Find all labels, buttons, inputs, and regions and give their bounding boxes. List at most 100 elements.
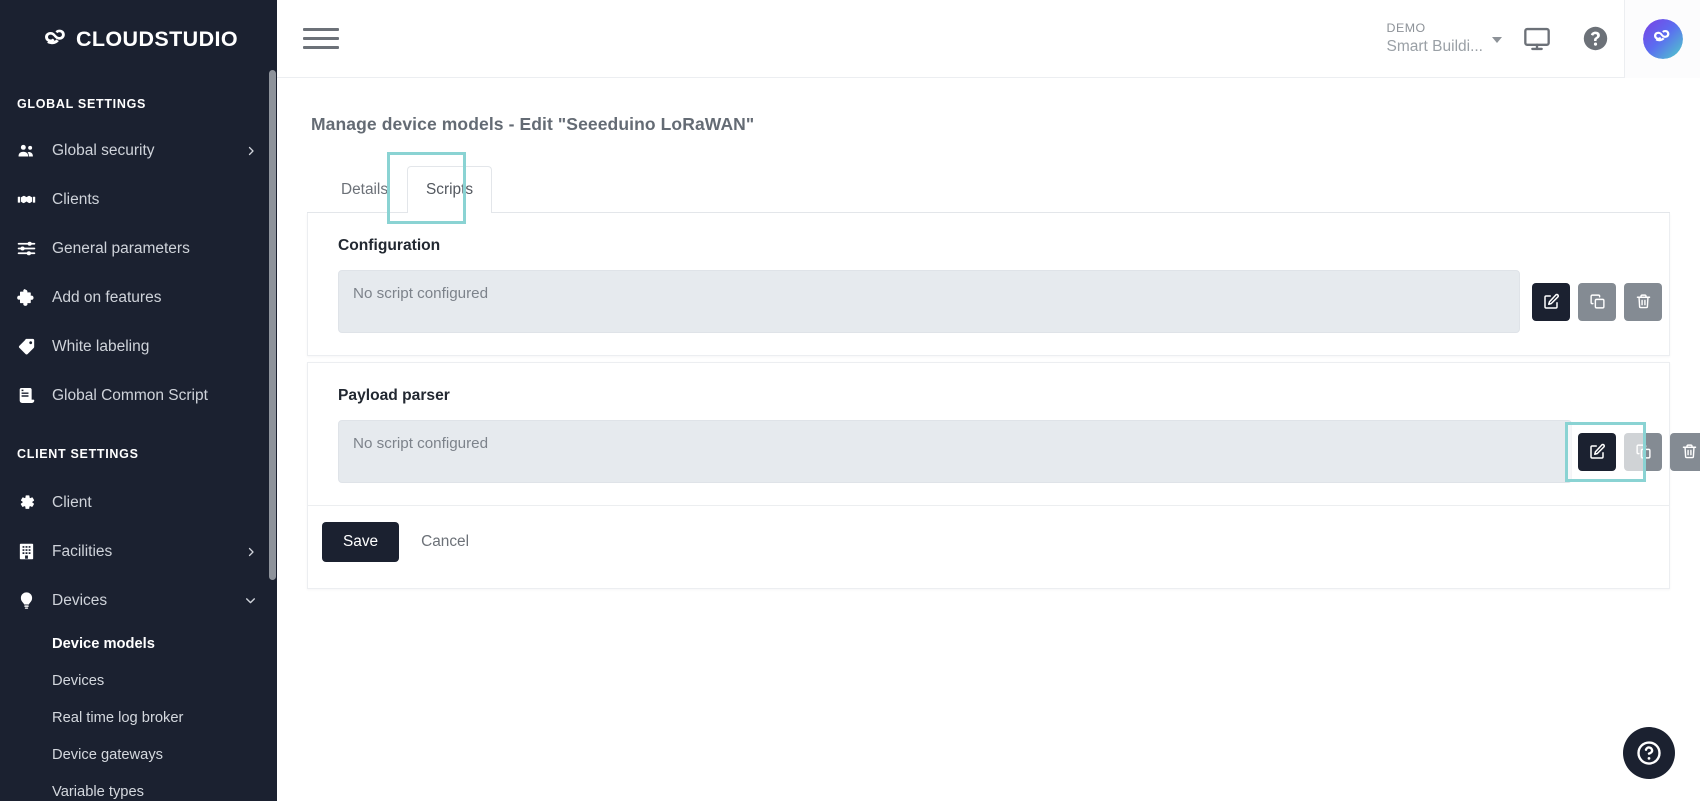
tab-label: Details — [341, 180, 389, 198]
tag-icon — [17, 337, 43, 356]
sidebar-nav: GLOBAL SETTINGS Global security Clients … — [0, 78, 277, 801]
sidebar-subitem-devices[interactable]: Devices — [0, 662, 277, 699]
sidebar-subitem-device-models[interactable]: Device models — [0, 625, 277, 662]
sidebar-scrollbar[interactable] — [269, 0, 277, 801]
sidebar-subitem-label: Real time log broker — [52, 709, 184, 726]
configuration-card-title: Configuration — [338, 237, 441, 254]
caret-down-icon — [1492, 36, 1502, 43]
handshake-icon — [17, 190, 43, 209]
sidebar-subitem-label: Devices — [52, 672, 105, 689]
sidebar-item-add-on-features[interactable]: Add on features — [0, 273, 277, 322]
topbar: DEMO Smart Buildi... — [277, 0, 1700, 78]
sidebar-item-label: Global security — [52, 141, 155, 159]
sidebar-item-global-common-script[interactable]: Global Common Script — [0, 371, 277, 420]
payload-parser-action-buttons — [1565, 420, 1700, 483]
chevron-right-icon — [245, 546, 257, 558]
copy-icon — [1589, 294, 1605, 309]
configuration-action-buttons — [1532, 270, 1662, 333]
sidebar-item-label: Add on features — [52, 288, 162, 306]
sidebar-section-global-settings: GLOBAL SETTINGS — [17, 97, 147, 111]
sidebar-section-client-settings: CLIENT SETTINGS — [17, 447, 139, 461]
delete-configuration-script-button[interactable] — [1624, 282, 1662, 321]
sidebar-item-label: Devices — [52, 591, 108, 609]
floating-help-button[interactable] — [1623, 727, 1675, 779]
cancel-button[interactable]: Cancel — [421, 533, 469, 551]
sidebar-subitem-label: Device models — [52, 635, 155, 652]
building-icon — [17, 542, 43, 561]
main-area: DEMO Smart Buildi... Manage device model… — [277, 0, 1700, 801]
users-group-icon — [17, 141, 43, 160]
sidebar-scrollbar-thumb[interactable] — [269, 70, 276, 580]
sidebar-subitem-variable-types[interactable]: Variable types — [0, 773, 277, 801]
pencil-square-icon — [1590, 443, 1605, 459]
sidebar-subitem-device-gateways[interactable]: Device gateways — [0, 736, 277, 773]
payload-parser-script-row: No script configured — [324, 420, 1700, 483]
payload-parser-script-placeholder: No script configured — [353, 435, 489, 452]
lightbulb-icon — [17, 591, 43, 610]
save-button[interactable]: Save — [322, 522, 400, 562]
sidebar-item-general-parameters[interactable]: General parameters — [0, 224, 277, 273]
tenant-environment-label: DEMO — [1386, 20, 1426, 35]
sidebar-item-facilities[interactable]: Facilities — [0, 527, 277, 576]
configuration-card: Configuration No script configured — [307, 213, 1670, 356]
copy-payload-parser-script-button[interactable] — [1624, 432, 1662, 471]
page-title: Manage device models - Edit "Seeeduino L… — [311, 114, 755, 134]
sidebar-item-client[interactable]: Client — [0, 478, 277, 527]
topbar-right-cluster: DEMO Smart Buildi... — [1387, 0, 1700, 78]
pencil-square-icon — [1544, 293, 1559, 309]
brand-logo[interactable]: CLOUDSTUDIO — [0, 0, 277, 78]
chevron-right-icon — [245, 145, 257, 157]
puzzle-piece-icon — [17, 288, 43, 307]
sidebar-item-label: Global Common Script — [52, 386, 208, 404]
tab-scripts[interactable]: Scripts — [407, 166, 493, 213]
content-area: Manage device models - Edit "Seeeduino L… — [277, 78, 1700, 801]
sidebar: CLOUDSTUDIO GLOBAL SETTINGS Global secur… — [0, 0, 277, 801]
sidebar-item-label: White labeling — [52, 337, 150, 355]
scroll-icon — [17, 386, 43, 405]
tenant-selector[interactable]: DEMO Smart Buildi... — [1387, 21, 1508, 57]
sidebar-item-label: General parameters — [52, 239, 190, 257]
trash-icon — [1636, 294, 1650, 309]
sidebar-item-clients[interactable]: Clients — [0, 175, 277, 224]
payload-parser-script-box[interactable]: No script configured — [338, 420, 1572, 483]
sidebar-item-white-labeling[interactable]: White labeling — [0, 322, 277, 371]
copy-configuration-script-button[interactable] — [1578, 282, 1616, 321]
sidebar-item-label: Client — [52, 493, 92, 511]
scripts-panel: Details Scripts Configuration No script … — [307, 152, 1700, 589]
sidebar-item-label: Clients — [52, 190, 100, 208]
brand-name: CLOUDSTUDIO — [75, 26, 239, 51]
edit-payload-parser-script-button[interactable] — [1578, 432, 1616, 471]
help-circle-icon[interactable] — [1566, 0, 1624, 78]
user-avatar-icon — [1642, 18, 1683, 59]
tab-label: Scripts — [426, 181, 474, 198]
edit-configuration-script-button[interactable] — [1532, 282, 1570, 321]
tab-bar: Details Scripts — [307, 152, 1670, 224]
sidebar-item-devices[interactable]: Devices — [0, 576, 277, 625]
app-root: CLOUDSTUDIO GLOBAL SETTINGS Global secur… — [0, 0, 1700, 801]
help-circle-icon — [1637, 741, 1661, 765]
form-footer-actions: Save Cancel — [307, 506, 1670, 589]
sidebar-item-label: Facilities — [52, 542, 113, 560]
configuration-script-placeholder: No script configured — [353, 285, 489, 302]
sidebar-subitem-label: Device gateways — [52, 746, 164, 763]
delete-payload-parser-script-button[interactable] — [1670, 432, 1700, 471]
tenant-name-label: Smart Buildi... — [1386, 37, 1483, 55]
hamburger-menu-icon[interactable] — [303, 25, 339, 53]
configuration-script-row: No script configured — [324, 270, 1662, 333]
sidebar-subitem-real-time-log-broker[interactable]: Real time log broker — [0, 699, 277, 736]
payload-parser-card-title: Payload parser — [338, 387, 450, 404]
monitor-icon[interactable] — [1508, 0, 1566, 78]
gear-icon — [17, 493, 43, 512]
trash-icon — [1682, 444, 1696, 459]
sliders-icon — [17, 239, 43, 258]
payload-parser-card: Payload parser No script configured — [307, 362, 1700, 506]
user-avatar[interactable] — [1624, 0, 1700, 78]
sidebar-subitem-label: Variable types — [52, 783, 144, 800]
chevron-down-icon — [244, 594, 257, 607]
tenant-text: DEMO Smart Buildi... — [1387, 21, 1492, 57]
sidebar-item-global-security[interactable]: Global security — [0, 126, 277, 175]
tab-details[interactable]: Details — [322, 166, 407, 212]
cloudstudio-logo-icon — [45, 29, 65, 45]
configuration-script-box[interactable]: No script configured — [338, 270, 1520, 333]
copy-icon — [1635, 444, 1651, 459]
